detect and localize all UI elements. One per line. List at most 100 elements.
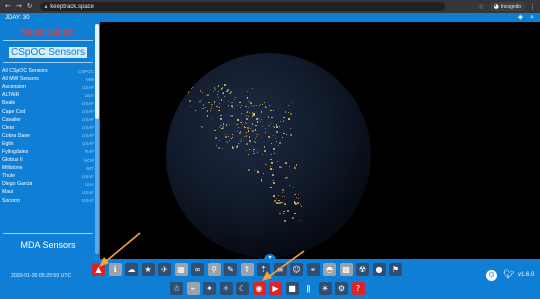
reload-icon[interactable]: ↻ [27, 3, 33, 10]
satellite-button[interactable]: ⚲ [207, 263, 221, 276]
star-icon[interactable]: ☆ [478, 3, 484, 11]
sensor-item[interactable]: Millstone MIT [2, 164, 94, 172]
city-light [246, 111, 248, 113]
sensor-name: All MW Sensors [2, 76, 39, 83]
flag-button[interactable]: ⚑ [389, 263, 402, 276]
version-label: v1.6.0 [518, 272, 535, 278]
forward-arrow-icon[interactable]: → [16, 3, 22, 10]
city-light [227, 136, 229, 137]
city-light [245, 131, 248, 133]
sensor-item[interactable]: Ascension USAF [2, 83, 94, 91]
video-icon: ▶ [272, 283, 279, 293]
lock-icon: 🔒︎ [44, 3, 48, 10]
pencil-icon: ✎ [227, 264, 234, 274]
more-vert-icon[interactable]: ⋮ [529, 3, 536, 11]
city-light [257, 149, 259, 151]
sensor-item[interactable]: Cape Cod USAF [2, 107, 94, 115]
help-button[interactable]: ? [351, 282, 365, 295]
rocket-button[interactable]: ⇑ [240, 263, 254, 276]
city-light [265, 163, 267, 165]
sensor-item[interactable]: Clear USAF [2, 124, 94, 132]
github-icon[interactable]: ⌬ [486, 270, 497, 281]
sensor-item[interactable]: Socorro USAF [2, 197, 94, 205]
panel-scrollbar[interactable] [95, 24, 99, 254]
sensor-item[interactable]: All CSpOC Sensors CSPOC [2, 67, 94, 75]
city-light [231, 138, 232, 139]
sensor-item[interactable]: Eglin USAF [2, 140, 94, 148]
city-light [288, 118, 290, 121]
pencil-button[interactable]: ✎ [224, 263, 237, 276]
constellation-button[interactable]: ⌖ [306, 263, 320, 276]
sensor-item[interactable]: Globus II NOR [2, 156, 94, 164]
sensor-code: CSPOC [77, 68, 94, 74]
dome-button[interactable]: ◓ [323, 263, 336, 276]
map-button[interactable]: ▦ [174, 263, 188, 276]
city-light [224, 96, 226, 97]
city-light [282, 195, 284, 197]
city-light [240, 122, 242, 124]
sensor-code: USAF [81, 84, 94, 90]
city-light [249, 139, 252, 142]
astronaut-button[interactable]: ☃ [170, 282, 183, 295]
dome-icon: ◓ [326, 264, 333, 274]
city-light [246, 117, 248, 120]
city-light [271, 116, 274, 119]
sensor-item[interactable]: Fylingdales RAF [2, 148, 94, 156]
city-light [229, 91, 232, 94]
city-light [220, 115, 221, 117]
city-light [225, 136, 227, 138]
twitter-icon[interactable]: 🐦︎ [503, 270, 514, 281]
sensor-code: MIT [86, 165, 94, 171]
sensor-item[interactable]: Maui USAF [2, 188, 94, 196]
planets-button[interactable]: ● [372, 263, 386, 276]
thermometer-icon: ǁ [306, 283, 311, 293]
sensor-item[interactable]: Cobra Dane USAF [2, 132, 94, 140]
city-light [278, 199, 280, 201]
city-light [211, 108, 213, 110]
city-light [246, 143, 248, 145]
camera-settings-button[interactable]: ✧ [219, 282, 233, 295]
orbit-button[interactable]: ∞ [191, 263, 204, 276]
city-light [256, 136, 258, 138]
scrollbar-thumb[interactable] [95, 24, 99, 119]
sensor-grid-button[interactable]: ▩ [339, 263, 353, 276]
city-light [223, 84, 226, 86]
search-icon[interactable]: ⌕ [530, 14, 534, 21]
url-text[interactable]: keeptrack.space [50, 4, 94, 10]
sensor-item[interactable]: Cavalier USAF [2, 116, 94, 124]
settings-button[interactable]: ⚙ [335, 282, 348, 295]
city-light [215, 137, 217, 139]
city-light [278, 141, 281, 144]
city-light [273, 148, 275, 150]
city-light [277, 195, 279, 197]
satellite-dish-button[interactable]: ⌁ [186, 282, 200, 295]
city-light [234, 97, 236, 99]
earth-globe[interactable] [166, 53, 371, 258]
back-arrow-icon[interactable]: ← [5, 3, 11, 10]
sensor-item[interactable]: Diego Garcia USA [2, 180, 94, 188]
radiation-button[interactable]: ☢ [356, 263, 369, 276]
city-light [254, 129, 257, 131]
satellite-view-button[interactable]: ✈ [158, 263, 171, 276]
city-light [219, 140, 221, 142]
sensor-item[interactable]: ALTAIR USA [2, 91, 94, 99]
city-light [221, 115, 222, 116]
sensor-name: All CSpOC Sensors [2, 68, 48, 75]
night-mode-button[interactable]: ☾ [236, 282, 249, 295]
city-light [273, 182, 276, 185]
city-light [236, 146, 238, 149]
sensor-name: Cavalier [2, 116, 22, 123]
compass-button[interactable]: ✦ [203, 282, 216, 295]
incognito-badge[interactable]: ◕ Incognito [489, 2, 525, 11]
sensor-item[interactable]: Beale USAF [2, 99, 94, 107]
light-button[interactable]: ☀ [318, 282, 332, 295]
city-light [270, 162, 273, 165]
sensor-item[interactable]: All MW Sensors MW [2, 75, 94, 83]
sensor-item[interactable]: Thule USAF [2, 172, 94, 180]
city-light [200, 99, 203, 101]
city-light [245, 106, 247, 107]
layers-icon[interactable]: ◈ [518, 14, 523, 21]
city-light [294, 167, 296, 170]
reset-sensor-button[interactable]: Reset Sensor [0, 27, 96, 37]
address-bar[interactable]: 🔒︎ keeptrack.space [39, 2, 445, 11]
